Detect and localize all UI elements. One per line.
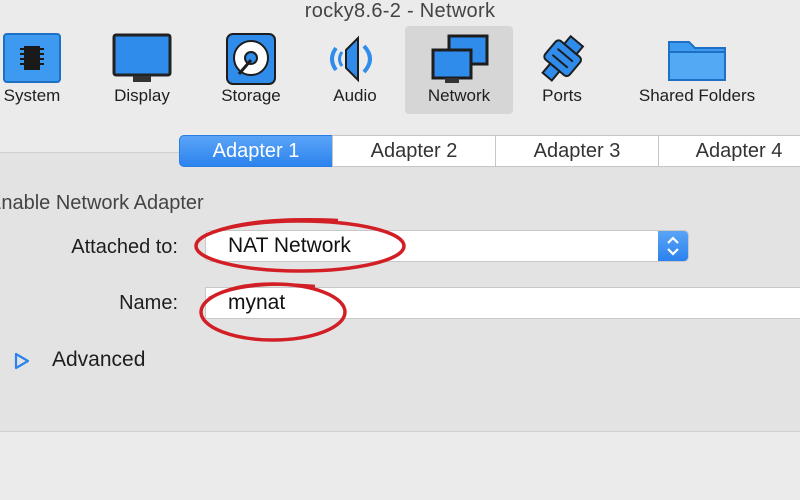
tab-adapter-1[interactable]: Adapter 1 [179, 135, 333, 167]
attached-to-label: Attached to: [71, 236, 178, 258]
chevron-up-down-icon [667, 236, 679, 256]
enable-adapter-checkbox-label[interactable]: Enable Network Adapter [0, 192, 204, 215]
serial-port-icon [532, 32, 592, 91]
toolbar-item-audio[interactable]: Audio [318, 26, 392, 114]
advanced-label: Advanced [52, 348, 146, 371]
window-title: rocky8.6-2 - Network [304, 0, 496, 22]
select-stepper[interactable] [658, 231, 688, 261]
hard-disk-icon [223, 32, 279, 91]
tab-adapter-3[interactable]: Adapter 3 [495, 135, 659, 167]
monitor-icon [111, 32, 173, 91]
toolbar: System Display Storage Audio Network Por… [0, 24, 800, 116]
toolbar-item-label: Storage [221, 86, 281, 105]
toolbar-item-shared-folders[interactable]: Shared Folders [622, 26, 772, 114]
toolbar-item-network[interactable]: Network [405, 26, 513, 114]
speaker-icon [324, 32, 386, 91]
toolbar-item-label: Audio [333, 86, 377, 105]
toolbar-item-label: System [3, 86, 61, 105]
disclosure-triangle-icon [14, 352, 30, 370]
name-label: Name: [119, 292, 178, 314]
toolbar-item-ports[interactable]: Ports [526, 26, 598, 114]
annotation-ellipse [199, 282, 347, 342]
folder-icon [665, 32, 729, 91]
chip-icon [2, 32, 62, 89]
annotation-ellipse [194, 218, 406, 273]
toolbar-item-label: Shared Folders [638, 86, 756, 105]
tab-adapter-2[interactable]: Adapter 2 [332, 135, 496, 167]
toolbar-item-system[interactable]: System [0, 26, 72, 114]
network-icon [427, 32, 491, 91]
adapter-tabs: Adapter 1 Adapter 2 Adapter 3 Adapter 4 [179, 135, 800, 167]
toolbar-item-storage[interactable]: Storage [207, 26, 295, 114]
tab-adapter-4[interactable]: Adapter 4 [658, 135, 800, 167]
toolbar-item-label: Ports [542, 86, 582, 105]
toolbar-item-display[interactable]: Display [100, 26, 184, 114]
toolbar-item-label: Display [114, 86, 170, 105]
toolbar-item-label: Network [427, 86, 491, 105]
advanced-disclosure[interactable]: Advanced [12, 348, 182, 374]
